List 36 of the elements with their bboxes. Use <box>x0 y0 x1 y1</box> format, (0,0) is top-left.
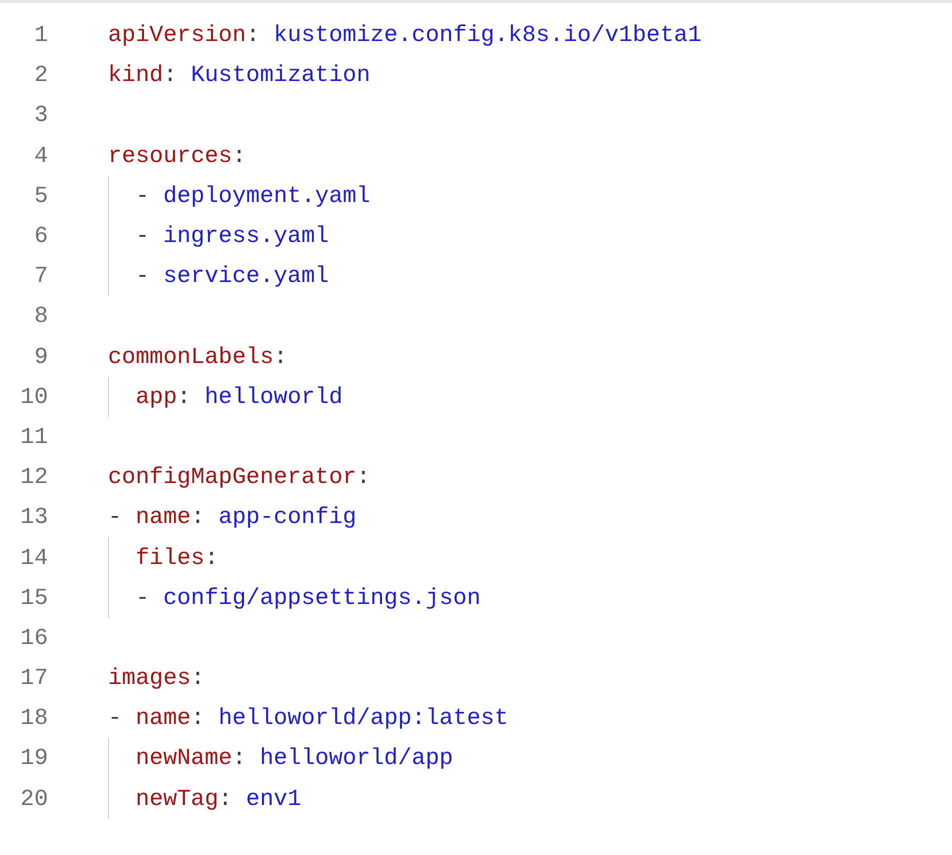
line-number: 18 <box>19 705 48 732</box>
code-line: images: <box>108 665 205 692</box>
code-line: - name: helloworld/app:latest <box>108 705 508 732</box>
code-line: newTag: env1 <box>136 786 302 812</box>
line-number: 9 <box>33 344 48 370</box>
line-number: 17 <box>19 665 48 692</box>
code-line: - ingress.yaml <box>136 223 329 250</box>
code-line: - name: app-config <box>108 504 356 530</box>
line-number: 16 <box>19 624 48 651</box>
line-number: 6 <box>33 223 48 250</box>
line-number: 2 <box>33 62 48 88</box>
code-line: kind: Kustomization <box>108 62 370 88</box>
line-number: 19 <box>19 745 48 772</box>
code-line: configMapGenerator: <box>108 464 370 490</box>
code-line: files: <box>136 544 218 571</box>
code-line: newName: helloworld/app <box>136 745 454 772</box>
line-number: 1 <box>33 22 48 48</box>
line-number: 12 <box>19 464 48 490</box>
code-line: app: helloworld <box>136 384 343 410</box>
line-number: 4 <box>33 142 48 169</box>
code-line: - config/appsettings.json <box>136 584 481 611</box>
line-number: 20 <box>19 786 48 812</box>
line-number: 3 <box>33 102 48 128</box>
line-number: 10 <box>19 384 48 410</box>
code-line: - deployment.yaml <box>136 182 370 209</box>
line-number: 7 <box>33 263 48 290</box>
code-line: resources: <box>108 142 246 169</box>
line-number: 15 <box>19 584 48 611</box>
line-number: 13 <box>19 504 48 530</box>
line-number: 8 <box>33 303 48 330</box>
line-number: 14 <box>19 544 48 571</box>
line-number: 11 <box>19 424 48 450</box>
code-line: - service.yaml <box>136 263 329 290</box>
code-line: commonLabels: <box>108 344 288 370</box>
code-line: apiVersion: kustomize.config.k8s.io/v1beta1 <box>108 22 702 48</box>
line-number: 5 <box>33 182 48 209</box>
